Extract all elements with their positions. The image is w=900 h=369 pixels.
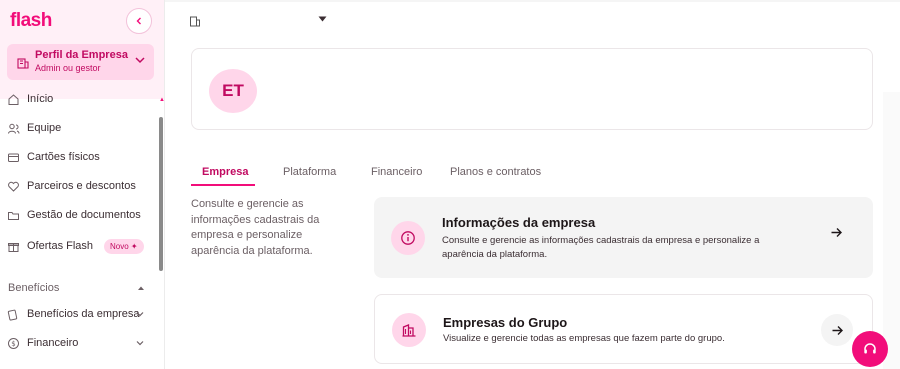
sidebar-item-equipe[interactable]: Equipe xyxy=(0,115,160,141)
sidebar-item-ofertas[interactable]: Ofertas Flash Novo ✦ xyxy=(0,233,160,259)
sidebar-item-documentos[interactable]: Gestão de documentos xyxy=(0,202,160,228)
building-icon xyxy=(17,58,29,69)
gift-icon xyxy=(8,242,19,252)
topbar-divider xyxy=(165,0,900,2)
info-icon-badge xyxy=(391,221,425,255)
company-avatar: ET xyxy=(209,69,257,113)
arrow-right-icon xyxy=(832,325,843,335)
sidebar-item-label: Gestão de documentos xyxy=(27,209,141,221)
open-informacoes-button[interactable] xyxy=(820,216,852,248)
company-header-card: ET xyxy=(191,48,873,130)
dollar-icon: $ xyxy=(8,337,19,349)
tab-empresa[interactable]: Empresa xyxy=(202,166,248,178)
sidebar-item-financeiro[interactable]: $ Financeiro xyxy=(0,330,160,356)
folder-icon xyxy=(8,211,19,220)
chevron-down-icon xyxy=(136,341,144,346)
collapse-sidebar-button[interactable] xyxy=(126,8,152,34)
tab-planos-contratos[interactable]: Planos e contratos xyxy=(450,166,541,178)
svg-text:$: $ xyxy=(11,340,15,348)
settings-tabs: Empresa Plataforma Financeiro Planos e c… xyxy=(191,158,591,188)
sidebar-item-label: Equipe xyxy=(27,122,62,134)
sidebar-item-cartoes[interactable]: Cartões físicos xyxy=(0,144,160,170)
home-icon xyxy=(8,93,19,105)
sidebar-item-label: Cartões físicos xyxy=(27,151,100,163)
chevron-left-icon xyxy=(136,17,141,25)
card-subtitle: Visualize e gerencie todas as empresas q… xyxy=(443,333,725,344)
chevron-down-icon xyxy=(135,57,145,64)
open-empresas-grupo-button[interactable] xyxy=(821,314,853,346)
new-badge: Novo ✦ xyxy=(104,239,144,254)
sidebar-header: flash Perfil da Empresa Admin ou gestor xyxy=(0,0,164,99)
card-subtitle: Consulte e gerencie as informações cadas… xyxy=(442,235,760,260)
heart-handshake-icon xyxy=(8,181,19,192)
company-profile-switcher[interactable]: Perfil da Empresa Admin ou gestor xyxy=(7,44,154,80)
chevron-up-icon[interactable] xyxy=(137,284,145,292)
headset-icon xyxy=(864,343,876,354)
section-description: Consulte e gerencie as informações cadas… xyxy=(191,198,320,257)
sidebar-scrollbar[interactable] xyxy=(159,117,163,271)
profile-role: Admin ou gestor xyxy=(35,63,101,73)
sidebar-section-beneficios[interactable]: Benefícios xyxy=(8,282,59,294)
sidebar-item-label: Financeiro xyxy=(27,337,79,349)
sidebar-item-inicio[interactable]: Início xyxy=(0,86,160,112)
benefits-icon xyxy=(7,309,18,321)
sidebar-item-parceiros[interactable]: Parceiros e descontos xyxy=(0,173,160,199)
chevron-down-icon xyxy=(136,312,144,317)
building-icon[interactable] xyxy=(188,14,202,28)
flash-logo[interactable]: flash xyxy=(10,10,52,32)
sidebar-item-label: Parceiros e descontos xyxy=(27,180,136,192)
tab-plataforma[interactable]: Plataforma xyxy=(283,166,336,178)
page-scroll-area xyxy=(883,92,900,369)
sidebar-item-label: Ofertas Flash xyxy=(27,240,94,252)
sidebar-item-label: Início xyxy=(27,93,54,105)
sidebar: flash Perfil da Empresa Admin ou gestor … xyxy=(0,0,165,369)
card-title: Empresas do Grupo xyxy=(443,315,568,330)
card-icon xyxy=(8,153,19,162)
card-empresas-grupo[interactable]: Empresas do Grupo Visualize e gerencie t… xyxy=(374,294,873,364)
help-chat-button[interactable] xyxy=(852,331,888,367)
buildings-icon xyxy=(402,324,416,337)
sidebar-item-beneficios-empresa[interactable]: Benefícios da empresa xyxy=(0,301,160,327)
people-icon xyxy=(8,123,20,134)
arrow-right-icon xyxy=(831,227,842,237)
tab-financeiro[interactable]: Financeiro xyxy=(371,166,422,178)
profile-title: Perfil da Empresa xyxy=(35,49,128,61)
sidebar-item-label: Benefícios da empresa xyxy=(27,308,140,320)
info-icon xyxy=(401,231,415,245)
card-informacoes-empresa[interactable]: Informações da empresa Consulte e gerenc… xyxy=(374,197,873,278)
card-title: Informações da empresa xyxy=(442,215,596,230)
company-select-caret-icon[interactable] xyxy=(318,16,327,22)
buildings-icon-badge xyxy=(392,313,426,347)
active-tab-indicator xyxy=(191,184,255,186)
